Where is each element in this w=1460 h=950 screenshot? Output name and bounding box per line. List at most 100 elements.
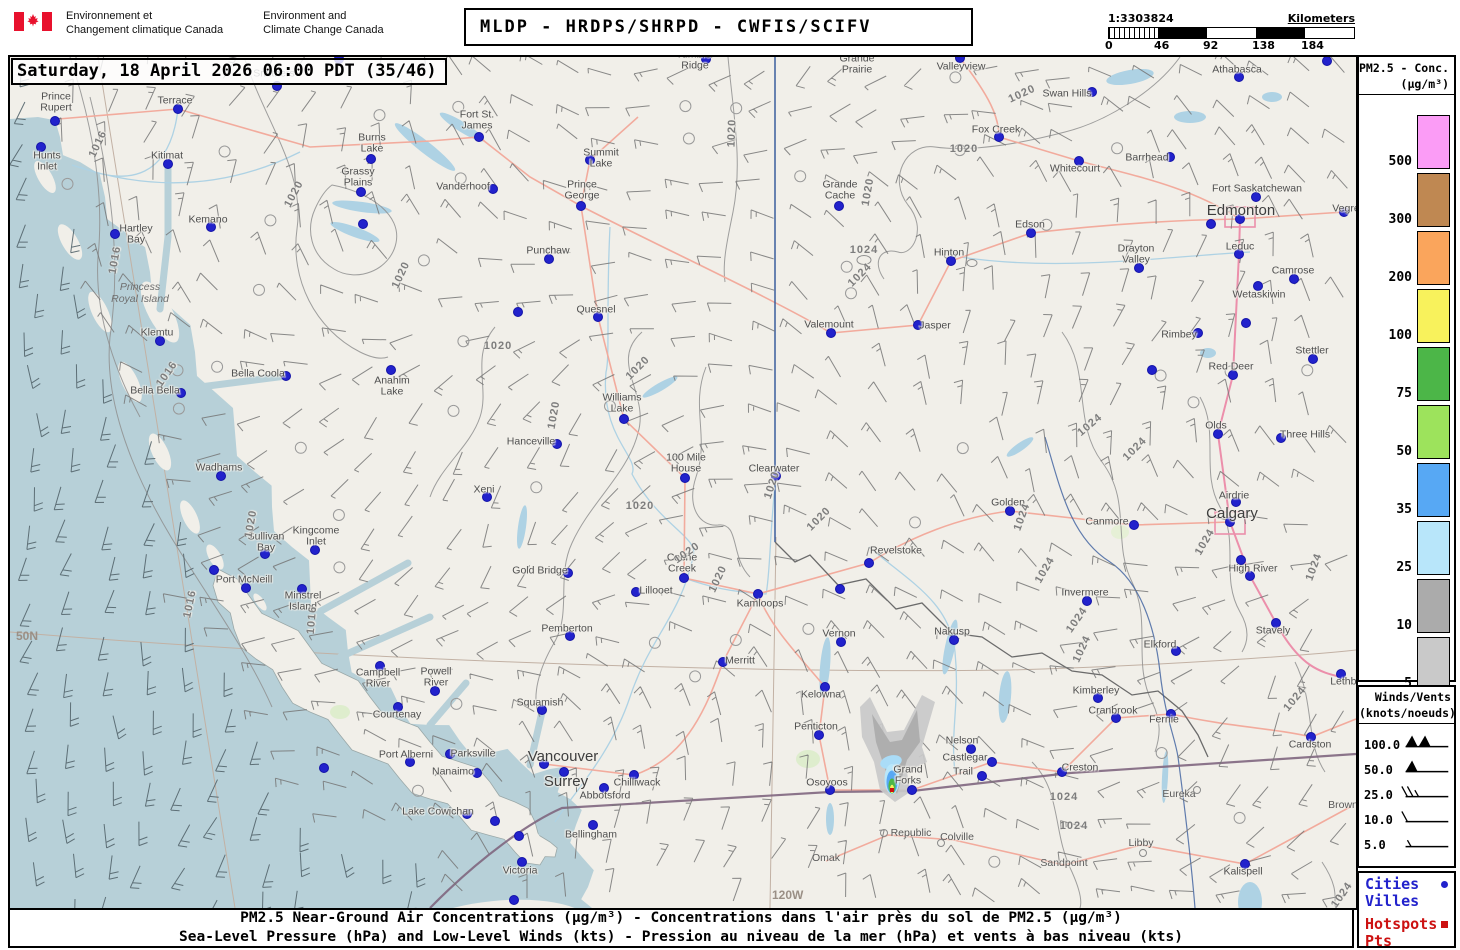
- wind-speed-row: 10.0: [1359, 807, 1454, 832]
- town-label: Sandpoint: [1040, 857, 1088, 869]
- city-label: Kalispell: [1223, 865, 1263, 878]
- isobar-label: 1024: [1049, 791, 1079, 803]
- city-label: Burns Lake: [358, 131, 386, 155]
- city-dot: [834, 201, 844, 211]
- city-label: Leduc: [1225, 240, 1255, 253]
- city-label: Osoyoos: [806, 776, 848, 789]
- town-label: Omak: [811, 852, 841, 864]
- isobar-label: 1020: [859, 176, 877, 208]
- city-dot: [50, 116, 60, 126]
- city-label: Nakusp: [934, 625, 970, 638]
- pm25-level-row: 5: [1359, 637, 1454, 692]
- winds-legend: Winds/Vents (knots/noeuds) 100.0 50.0 25.0…: [1357, 685, 1456, 868]
- city-label: Olds: [1205, 419, 1227, 432]
- city-label: Stavely: [1255, 624, 1291, 637]
- city-dot: [509, 895, 519, 905]
- city-dot: [366, 154, 376, 164]
- city-label: Fort Saskatchewan: [1212, 182, 1302, 195]
- pm25-color-swatch: [1417, 637, 1450, 692]
- isobar-label: 1016: [106, 244, 124, 276]
- scale-ratio: 1:3303824: [1108, 12, 1174, 25]
- city-dot: [358, 219, 368, 229]
- city-label: Quesnel: [576, 303, 616, 316]
- markers-legend: Cities Villes Hotspots Pts chauds: [1357, 871, 1456, 950]
- city-label: Penticton: [794, 720, 838, 733]
- pm25-level-row: 25: [1359, 521, 1454, 576]
- map-labels-layer: SmithersPrince RupertHunts InletTerraceK…: [10, 57, 1356, 908]
- city-label: Edson: [1015, 218, 1045, 231]
- town-circle-marker: [1193, 786, 1201, 794]
- wind-speed-row: 25.0: [1359, 782, 1454, 807]
- city-label: Gold Bridge: [512, 564, 568, 577]
- graticule-label: 120W: [772, 888, 804, 902]
- city-dot: [319, 763, 329, 773]
- map-canvas[interactable]: SmithersPrince RupertHunts InletTerraceK…: [8, 55, 1358, 910]
- city-label: Port Alberni: [378, 748, 434, 761]
- city-dot: [514, 831, 524, 841]
- city-label: Fort St. James: [459, 108, 495, 132]
- city-label: Bellingham: [565, 828, 617, 841]
- town-label: Browning: [1328, 799, 1358, 811]
- city-label: Three Hills: [1279, 428, 1331, 441]
- town-label: Eureka: [1162, 788, 1196, 800]
- city-label: Prince Rupert: [40, 90, 72, 114]
- city-label: Calgary: [1206, 504, 1258, 522]
- isobar-label: 1024: [1070, 633, 1094, 665]
- city-label: Abbotsford: [579, 789, 631, 802]
- wind-barb-icon: [1400, 808, 1452, 831]
- scalebar-tick: 184: [1301, 39, 1324, 52]
- pm25-level-value: 75: [1396, 386, 1412, 402]
- city-label: 100 Mile House: [666, 451, 706, 475]
- pm25-color-swatch: [1417, 347, 1450, 402]
- scalebar-tick: 92: [1203, 39, 1219, 52]
- city-label: Lillooet: [639, 584, 673, 597]
- city-label: Xeni: [473, 483, 495, 496]
- scalebar-ticks: 0 46 92 138 184: [1105, 39, 1355, 52]
- hotspot-marker: [890, 788, 894, 792]
- scalebar-tick: 46: [1154, 39, 1170, 52]
- city-label: Terrace: [157, 94, 193, 107]
- town-circle-marker: [1139, 849, 1147, 857]
- canada-flag-icon: [14, 12, 52, 36]
- city-label: Grande Prairie: [839, 55, 875, 76]
- city-label: Vanderhoof: [436, 180, 490, 193]
- city-label: Hunts Inlet: [33, 149, 61, 173]
- city-label: Elkford: [1143, 638, 1177, 651]
- caption-bar: PM2.5 Near-Ground Air Concentrations (µg…: [8, 908, 1354, 948]
- isobar-label: 1016: [181, 588, 199, 620]
- logo-text-fr: Environnement et Changement climatique C…: [66, 10, 224, 36]
- city-label: Hartley Bay: [119, 222, 153, 246]
- pm25-level-row: 100: [1359, 289, 1454, 344]
- city-label: Creston: [1061, 761, 1099, 774]
- city-label: Nelson: [945, 734, 979, 747]
- isobar-label: 1020: [483, 340, 513, 352]
- city-label: Kamloops: [736, 597, 784, 610]
- city-label: Klemtu: [140, 326, 174, 339]
- city-label: Airdrie: [1218, 489, 1250, 502]
- city-label: Invermere: [1061, 586, 1109, 599]
- city-label: Vernon: [822, 627, 856, 640]
- city-label: Prince George: [564, 178, 600, 202]
- city-label: Pemberton: [541, 622, 593, 635]
- city-label: Trail: [952, 765, 974, 778]
- pm25-color-swatch: [1417, 521, 1450, 576]
- isobar-label: 1024: [1032, 554, 1058, 586]
- city-label: Tumbler Ridge: [676, 57, 714, 72]
- city-dot: [386, 365, 396, 375]
- isobar-label: 1024: [1063, 604, 1091, 636]
- weather-map-app: Environnement et Changement climatique C…: [0, 0, 1460, 950]
- isobar-label: 1024: [849, 244, 879, 256]
- isobar-label: 1024: [1328, 879, 1356, 910]
- city-label: Jasper: [919, 319, 951, 332]
- wind-speed-value: 10.0: [1364, 812, 1393, 827]
- city-dot: [835, 584, 845, 594]
- city-dot: [1129, 520, 1139, 530]
- city-label: Kemano: [188, 213, 228, 226]
- pm25-level-row: 35: [1359, 463, 1454, 518]
- city-label: Grande Cache: [822, 178, 858, 202]
- scale-unit-label: Kilometers: [1287, 12, 1355, 25]
- header-bar: Environnement et Changement climatique C…: [0, 0, 1460, 55]
- city-label: Valleyview: [936, 60, 986, 73]
- wind-speed-row: 50.0: [1359, 757, 1454, 782]
- city-label: Kimberley: [1072, 684, 1120, 697]
